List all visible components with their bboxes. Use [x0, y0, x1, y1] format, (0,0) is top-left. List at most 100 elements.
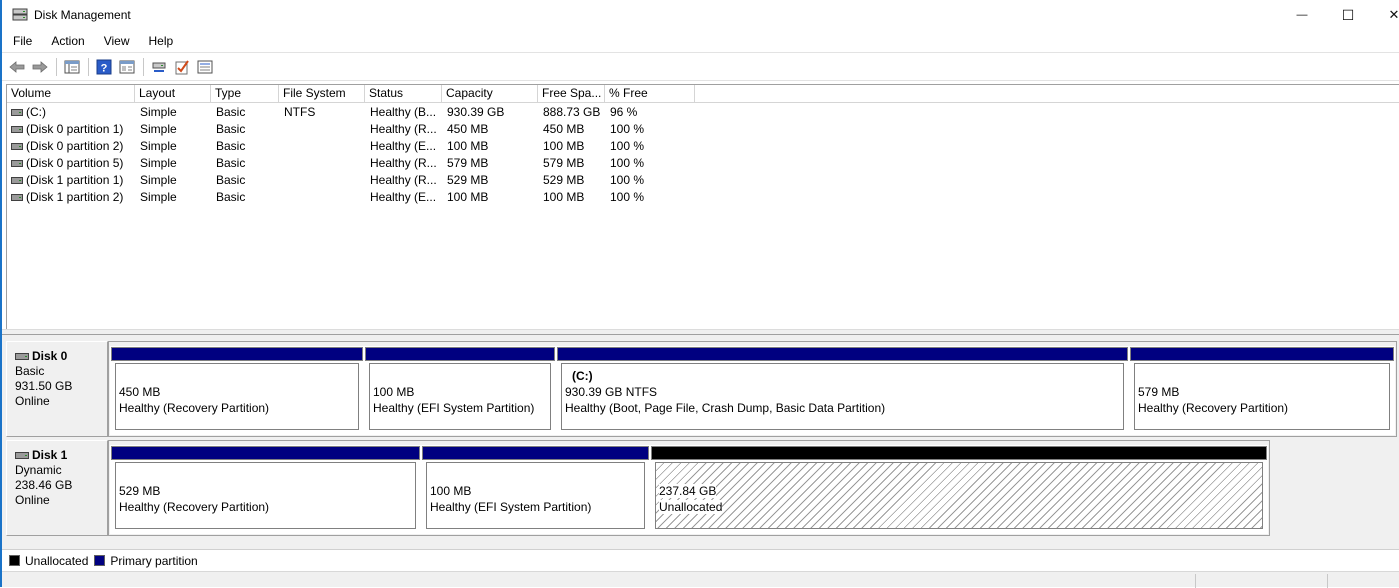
column-header-percent-free[interactable]: % Free: [605, 85, 695, 102]
column-header-layout[interactable]: Layout: [135, 85, 211, 102]
partition-color-bar: [111, 347, 363, 361]
volume-icon: [11, 143, 23, 150]
volume-icon: [11, 177, 23, 184]
disk-0-row: Disk 0 Basic 931.50 GB Online 450 MB Hea…: [6, 341, 1397, 437]
close-button[interactable]: ✕: [1371, 0, 1399, 30]
menu-file[interactable]: File: [2, 31, 41, 51]
column-header-capacity[interactable]: Capacity: [442, 85, 538, 102]
graphical-disk-view[interactable]: Disk 0 Basic 931.50 GB Online 450 MB Hea…: [2, 335, 1399, 549]
cell-type: Basic: [216, 105, 246, 119]
table-row[interactable]: (Disk 0 partition 5) Simple Basic Health…: [7, 155, 1399, 172]
cell-type: Basic: [216, 173, 246, 187]
menu-bar: File Action View Help: [2, 31, 1399, 51]
column-header-type[interactable]: Type: [211, 85, 279, 102]
list-view-button[interactable]: [194, 57, 216, 77]
column-header-free-space[interactable]: Free Spa...: [538, 85, 605, 102]
cell-volume: (Disk 0 partition 1): [26, 122, 124, 136]
cell-percent-free: 100 %: [610, 156, 645, 170]
disk-0-name-text: Disk 0: [32, 349, 68, 363]
disk-0-size: 931.50 GB: [15, 379, 73, 393]
partition-color-bar: [365, 347, 555, 361]
cell-type: Basic: [216, 139, 246, 153]
connect-disk-button[interactable]: [148, 57, 170, 77]
partition-size: 930.39 GB NTFS: [565, 385, 658, 399]
cell-free-space: 888.73 GB: [543, 105, 601, 119]
forward-arrow-icon: [32, 61, 48, 73]
cell-type: Basic: [216, 190, 246, 204]
partition-status: Unallocated: [659, 500, 723, 514]
partition-disk-1-unallocated[interactable]: 237.84 GB Unallocated: [650, 445, 1268, 534]
cell-percent-free: 100 %: [610, 139, 645, 153]
cell-volume: (Disk 0 partition 2): [26, 139, 124, 153]
partition-status: Healthy (Recovery Partition): [119, 500, 270, 514]
cell-volume: (Disk 1 partition 1): [26, 173, 124, 187]
title-bar[interactable]: Disk Management — ☐ ✕: [2, 0, 1399, 30]
table-row[interactable]: (Disk 0 partition 2) Simple Basic Health…: [7, 138, 1399, 155]
cell-layout: Simple: [140, 105, 177, 119]
check-button[interactable]: [171, 57, 193, 77]
back-button[interactable]: [6, 57, 28, 77]
cell-capacity: 100 MB: [447, 190, 489, 204]
cell-capacity: 579 MB: [447, 156, 489, 170]
cell-volume: (Disk 0 partition 5): [26, 156, 124, 170]
partition-color-bar: [422, 446, 649, 460]
cell-volume: (Disk 1 partition 2): [26, 190, 124, 204]
partition-volume-label: (C:): [572, 369, 593, 383]
help-button[interactable]: ?: [93, 57, 115, 77]
cell-capacity: 930.39 GB: [447, 105, 505, 119]
menu-action[interactable]: Action: [41, 31, 93, 51]
partition-status: Healthy (Boot, Page File, Crash Dump, Ba…: [565, 401, 886, 415]
cell-file-system: NTFS: [284, 105, 316, 119]
check-icon: [175, 60, 189, 75]
disk-0-name: Disk 0: [15, 349, 107, 364]
partition-color-bar: [557, 347, 1128, 361]
table-row[interactable]: (Disk 1 partition 2) Simple Basic Health…: [7, 189, 1399, 206]
cell-status: Healthy (B...: [370, 105, 437, 119]
minimize-button[interactable]: —: [1279, 0, 1325, 30]
disk-icon: [15, 353, 29, 360]
legend-swatch-unallocated: [9, 555, 20, 566]
disk-1-label[interactable]: Disk 1 Dynamic 238.46 GB Online: [6, 440, 108, 536]
disk-0-state: Online: [15, 394, 50, 408]
properties-button[interactable]: [116, 57, 138, 77]
partition-disk-0-2[interactable]: 100 MB Healthy (EFI System Partition): [364, 346, 556, 435]
svg-text:?: ?: [101, 63, 108, 75]
table-row[interactable]: (Disk 1 partition 1) Simple Basic Health…: [7, 172, 1399, 189]
cell-free-space: 529 MB: [543, 173, 585, 187]
table-row[interactable]: (Disk 0 partition 1) Simple Basic Health…: [7, 121, 1399, 138]
toolbar: ?: [2, 54, 1399, 80]
partition-size: 237.84 GB: [659, 484, 717, 498]
partition-disk-0-c-drive[interactable]: (C:) 930.39 GB NTFS Healthy (Boot, Page …: [556, 346, 1129, 435]
disk-0-label[interactable]: Disk 0 Basic 931.50 GB Online: [6, 341, 108, 437]
disk-1-row: Disk 1 Dynamic 238.46 GB Online 529 MB H…: [6, 440, 1397, 536]
partition-status: Healthy (Recovery Partition): [119, 401, 270, 415]
cell-free-space: 579 MB: [543, 156, 585, 170]
legend-label: Unallocated: [25, 553, 89, 568]
volume-icon: [11, 194, 23, 201]
menu-view[interactable]: View: [94, 31, 139, 51]
partition-disk-1-1[interactable]: 529 MB Healthy (Recovery Partition): [110, 445, 421, 534]
show-hide-console-tree-button[interactable]: [61, 57, 83, 77]
status-bar-divider: [1327, 574, 1328, 588]
toolbar-bottom-separator: [2, 80, 1399, 81]
cell-status: Healthy (R...: [370, 156, 437, 170]
cell-layout: Simple: [140, 173, 177, 187]
menu-help[interactable]: Help: [139, 31, 183, 51]
column-header-file-system[interactable]: File System: [279, 85, 365, 102]
cell-free-space: 100 MB: [543, 190, 585, 204]
cell-layout: Simple: [140, 139, 177, 153]
volume-list[interactable]: Volume Layout Type File System Status Ca…: [6, 84, 1399, 329]
cell-file-system: [284, 189, 364, 206]
column-header-volume[interactable]: Volume: [7, 85, 135, 102]
partition-disk-1-2[interactable]: 100 MB Healthy (EFI System Partition): [421, 445, 650, 534]
back-arrow-icon: [9, 61, 25, 73]
minimize-icon: —: [1296, 9, 1308, 21]
column-header-status[interactable]: Status: [365, 85, 442, 102]
partition-size: 100 MB: [430, 484, 472, 498]
maximize-button[interactable]: ☐: [1325, 0, 1371, 30]
partition-disk-0-5[interactable]: 579 MB Healthy (Recovery Partition): [1129, 346, 1395, 435]
disk-1-name: Disk 1: [15, 448, 107, 463]
table-row[interactable]: (C:) Simple Basic NTFS Healthy (B... 930…: [7, 104, 1399, 121]
forward-button[interactable]: [29, 57, 51, 77]
partition-disk-0-1[interactable]: 450 MB Healthy (Recovery Partition): [110, 346, 364, 435]
